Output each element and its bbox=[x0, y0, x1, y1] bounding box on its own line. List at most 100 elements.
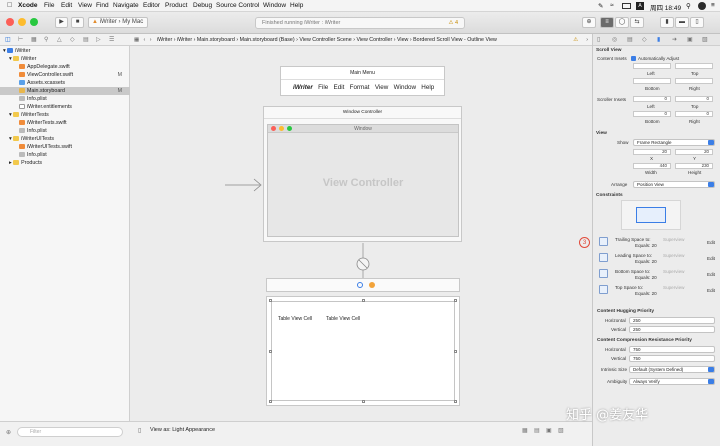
tree-item-group-products[interactable]: ▸ Products bbox=[0, 159, 130, 167]
tree-item-group-tests[interactable]: ▾ iWriterTests bbox=[0, 111, 130, 119]
frame-height-field[interactable]: 230 bbox=[675, 163, 713, 169]
edit-constraint-button[interactable]: Edit bbox=[707, 240, 715, 245]
toggle-debug-area-button[interactable]: ▬ bbox=[675, 17, 689, 28]
related-items-icon[interactable]: ▦ bbox=[134, 37, 139, 43]
edit-constraint-button[interactable]: Edit bbox=[707, 256, 715, 261]
attributes-inspector-icon[interactable]: ◇ bbox=[642, 36, 647, 43]
first-responder-icon[interactable] bbox=[369, 282, 375, 288]
tree-item-group-uitests[interactable]: ▾ iWriterUITests bbox=[0, 135, 130, 143]
ambiguity-popup[interactable]: Always Verify bbox=[629, 378, 715, 385]
resize-handle[interactable] bbox=[454, 299, 457, 302]
breadcrumb-item-project[interactable]: iWriter bbox=[157, 37, 172, 43]
toggle-navigator-button[interactable]: ▮ bbox=[660, 17, 674, 28]
project-navigator-icon[interactable]: ◫ bbox=[5, 36, 11, 43]
pin-icon[interactable]: ▣ bbox=[546, 427, 552, 434]
warning-icon[interactable]: ⚠ bbox=[573, 34, 578, 45]
constraint-row-top[interactable]: Top Space to: Superview Equals: 20 Edit bbox=[597, 283, 717, 297]
compression-vertical-field[interactable]: 750 bbox=[629, 355, 715, 362]
menu-file[interactable]: File bbox=[44, 2, 54, 9]
frame-x-field[interactable]: 20 bbox=[633, 149, 671, 155]
find-navigator-icon[interactable]: ⚲ bbox=[44, 36, 48, 43]
tree-item-viewcontroller[interactable]: ViewController.swift M bbox=[0, 71, 130, 79]
breakpoint-navigator-icon[interactable]: ▷ bbox=[96, 36, 101, 43]
hugging-horizontal-field[interactable]: 250 bbox=[629, 317, 715, 324]
scroller-inset-bottom-field[interactable]: 0 bbox=[633, 111, 671, 117]
edit-constraint-button[interactable]: Edit bbox=[707, 272, 715, 277]
tree-item-group-iwriter[interactable]: ▾ iWriter bbox=[0, 55, 130, 63]
intrinsic-size-popup[interactable]: Default (System Defined) bbox=[629, 366, 715, 373]
library-button[interactable]: ⊕ bbox=[582, 17, 596, 28]
menu-debug[interactable]: Debug bbox=[193, 2, 212, 9]
resize-handle[interactable] bbox=[454, 350, 457, 353]
view-controller-icon[interactable] bbox=[357, 282, 363, 288]
update-frames-icon[interactable]: ▦ bbox=[522, 427, 528, 434]
siri-icon[interactable] bbox=[698, 2, 706, 10]
breadcrumb-item-base[interactable]: Main.storyboard (Base) bbox=[240, 37, 295, 43]
inset-left-field[interactable] bbox=[633, 63, 671, 69]
tree-item-uitests-infoplist[interactable]: Info.plist bbox=[0, 151, 130, 159]
tree-item-tests-infoplist[interactable]: Info.plist bbox=[0, 127, 130, 135]
input-source-icon[interactable]: A bbox=[636, 2, 644, 10]
breadcrumb-item-selected[interactable]: Bordered Scroll View - Outline View bbox=[413, 37, 497, 43]
frame-width-field[interactable]: 440 bbox=[633, 163, 671, 169]
issue-navigator-icon[interactable]: △ bbox=[57, 36, 62, 43]
bordered-scroll-view[interactable]: Table View Cell Table View Cell bbox=[269, 299, 457, 403]
resolve-issues-icon[interactable]: ▧ bbox=[558, 427, 564, 434]
wifi-icon[interactable]: ≈ bbox=[610, 2, 614, 9]
tree-item-assets[interactable]: Assets.xcassets bbox=[0, 79, 130, 87]
report-navigator-icon[interactable]: ☰ bbox=[109, 36, 114, 43]
tree-item-main-storyboard[interactable]: Main.storyboard M bbox=[0, 87, 130, 95]
view-controller-scene-dock[interactable] bbox=[266, 278, 460, 292]
toggle-utilities-button[interactable]: ▯ bbox=[690, 17, 704, 28]
navigator-filter-input[interactable]: Filter bbox=[17, 427, 123, 437]
file-inspector-icon[interactable]: ▯ bbox=[597, 36, 600, 43]
resize-handle[interactable] bbox=[269, 299, 272, 302]
debug-navigator-icon[interactable]: ▤ bbox=[83, 36, 89, 43]
close-window-button[interactable] bbox=[6, 18, 14, 26]
menu-navigate[interactable]: Navigate bbox=[113, 2, 139, 9]
tree-item-project[interactable]: ▾ iWriter bbox=[0, 47, 130, 55]
document-outline-toggle-icon[interactable]: ▯ bbox=[138, 427, 141, 434]
menu-edit[interactable]: Edit bbox=[61, 2, 72, 9]
constraint-row-bottom[interactable]: Bottom Space to: Superview Equals: 20 Ed… bbox=[597, 267, 717, 281]
add-file-icon[interactable]: ⊕ bbox=[6, 429, 11, 436]
battery-icon[interactable] bbox=[622, 3, 631, 9]
tree-item-appdelegate[interactable]: AppDelegate.swift bbox=[0, 63, 130, 71]
test-navigator-icon[interactable]: ◇ bbox=[70, 36, 75, 43]
align-icon[interactable]: ▤ bbox=[534, 427, 540, 434]
resize-handle[interactable] bbox=[269, 400, 272, 403]
constraint-row-leading[interactable]: Leading Space to: Superview Equals: 20 E… bbox=[597, 251, 717, 265]
scheme-selector[interactable]: ▲ iWriter › My Mac bbox=[88, 17, 148, 28]
tree-item-infoplist[interactable]: Info.plist bbox=[0, 95, 130, 103]
identity-inspector-icon[interactable]: ▤ bbox=[627, 36, 633, 43]
table-view-cell[interactable]: Table View Cell bbox=[326, 316, 360, 322]
resize-handle[interactable] bbox=[269, 350, 272, 353]
symbol-navigator-icon[interactable]: ▦ bbox=[31, 36, 37, 43]
source-control-navigator-icon[interactable]: ⊢ bbox=[18, 36, 23, 43]
warning-indicator[interactable]: ⚠ 4 bbox=[448, 18, 458, 28]
resize-handle[interactable] bbox=[362, 299, 365, 302]
connections-inspector-icon[interactable]: ➜ bbox=[672, 36, 677, 43]
effects-inspector-icon[interactable]: ▧ bbox=[702, 36, 708, 43]
view-as-appearance[interactable]: View as: Light Appearance bbox=[150, 427, 215, 433]
notification-center-icon[interactable]: ≡ bbox=[711, 2, 715, 9]
menu-window[interactable]: Window bbox=[263, 2, 286, 9]
bindings-inspector-icon[interactable]: ▣ bbox=[687, 36, 693, 43]
menu-source-control[interactable]: Source Control bbox=[216, 2, 259, 9]
show-popup[interactable]: Frame Rectangle bbox=[633, 139, 715, 146]
stop-button[interactable]: ■ bbox=[71, 17, 84, 28]
inset-right-field[interactable] bbox=[675, 78, 713, 84]
frame-y-field[interactable]: 20 bbox=[675, 149, 713, 155]
tree-item-entitlements[interactable]: iWriter.entitlements bbox=[0, 103, 130, 111]
apple-menu-icon[interactable]:  bbox=[7, 2, 12, 9]
view-controller-view[interactable]: Table View Cell Table View Cell bbox=[266, 296, 460, 406]
breadcrumb-item-group[interactable]: iWriter bbox=[177, 37, 192, 43]
automatically-adjust-checkbox[interactable] bbox=[631, 56, 636, 61]
menu-find[interactable]: Find bbox=[96, 2, 109, 9]
size-inspector-icon[interactable]: ▮ bbox=[657, 36, 660, 43]
minimize-window-button[interactable] bbox=[18, 18, 26, 26]
run-button[interactable]: ▶ bbox=[55, 17, 68, 28]
search-icon[interactable]: ⚲ bbox=[686, 2, 691, 10]
storyboard-canvas[interactable]: Main Menu iWriter File Edit Format View … bbox=[130, 46, 592, 421]
scroller-inset-top-field[interactable]: 0 bbox=[675, 96, 713, 102]
